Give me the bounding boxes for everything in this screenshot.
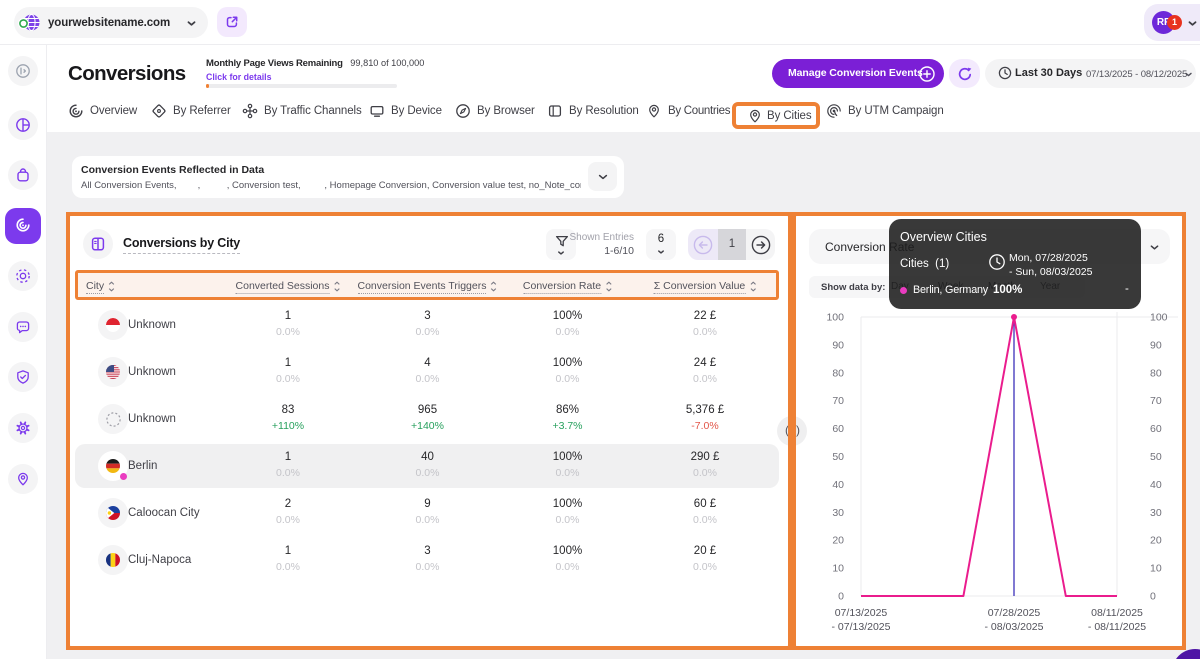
svg-text:30: 30: [832, 507, 844, 519]
svg-text:40: 40: [1150, 479, 1162, 491]
svg-text:- 08/11/2025: - 08/11/2025: [1088, 621, 1146, 633]
svg-text:07/28/2025: 07/28/2025: [988, 607, 1041, 619]
svg-text:60: 60: [1150, 423, 1162, 435]
svg-text:80: 80: [1150, 367, 1162, 379]
svg-text:07/13/2025: 07/13/2025: [835, 607, 888, 619]
svg-text:50: 50: [1150, 451, 1162, 463]
svg-text:10: 10: [832, 563, 844, 575]
svg-text:70: 70: [832, 395, 844, 407]
svg-text:20: 20: [832, 535, 844, 547]
svg-text:50: 50: [832, 451, 844, 463]
svg-text:80: 80: [832, 367, 844, 379]
svg-text:20: 20: [1150, 535, 1162, 547]
svg-text:100: 100: [826, 312, 844, 324]
svg-text:- 08/03/2025: - 08/03/2025: [985, 621, 1044, 633]
svg-text:100: 100: [1150, 312, 1168, 324]
svg-text:- 07/13/2025: - 07/13/2025: [832, 621, 891, 633]
svg-text:70: 70: [1150, 395, 1162, 407]
svg-text:08/11/2025: 08/11/2025: [1091, 607, 1143, 619]
svg-text:30: 30: [1150, 507, 1162, 519]
svg-text:90: 90: [832, 339, 844, 351]
svg-text:10: 10: [1150, 563, 1162, 575]
svg-text:40: 40: [832, 479, 844, 491]
svg-text:60: 60: [832, 423, 844, 435]
svg-text:90: 90: [1150, 339, 1162, 351]
svg-text:0: 0: [838, 591, 844, 603]
svg-text:0: 0: [1150, 591, 1156, 603]
